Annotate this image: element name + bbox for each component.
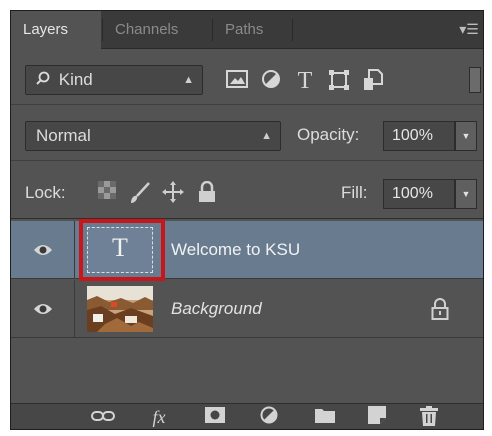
layers-bottom-toolbar: fx — [11, 403, 483, 429]
search-icon — [36, 66, 50, 94]
link-layers-icon[interactable] — [89, 406, 117, 428]
delete-layer-icon[interactable] — [415, 406, 443, 428]
lock-row: Lock: Fill: 100% ▼ — [11, 169, 483, 219]
type-layer-filter-icon[interactable]: T — [293, 69, 317, 93]
filter-kind-select[interactable]: Kind ▲ — [25, 65, 203, 95]
layer-style-icon[interactable]: fx — [145, 406, 173, 428]
panel-menu-icon[interactable]: ▾☰ — [459, 21, 479, 39]
visibility-cell[interactable] — [11, 280, 75, 338]
fill-label: Fill: — [341, 183, 368, 202]
shape-layer-filter-icon[interactable] — [327, 69, 351, 93]
layer-name[interactable]: Welcome to KSU — [171, 221, 300, 279]
pixel-layer-filter-icon[interactable] — [225, 69, 249, 93]
lock-position-icon[interactable] — [161, 181, 185, 205]
layers-panel: Layers Channels Paths ▾☰ Kind ▲ T Normal… — [10, 10, 484, 430]
filter-row: Kind ▲ T — [11, 55, 483, 105]
opacity-field[interactable]: 100% — [383, 121, 455, 151]
blend-mode-select[interactable]: Normal ▲ — [25, 121, 281, 151]
tab-channels[interactable]: Channels — [103, 11, 211, 49]
adjustment-layer-filter-icon[interactable] — [259, 69, 283, 93]
lock-label: Lock: — [25, 183, 66, 202]
adjustment-layer-icon[interactable] — [255, 406, 283, 428]
eye-icon[interactable] — [33, 301, 53, 317]
smart-object-filter-icon[interactable] — [361, 69, 385, 93]
new-group-icon[interactable] — [311, 406, 339, 428]
layers-list: T Welcome to KSU Background — [11, 219, 483, 391]
filter-kind-label: Kind — [58, 70, 93, 89]
tab-divider — [292, 19, 293, 41]
panel-tab-bar: Layers Channels Paths ▾☰ — [11, 11, 483, 50]
fill-field[interactable]: 100% — [383, 179, 455, 209]
background-image-thumbnail[interactable] — [87, 286, 153, 332]
new-layer-icon[interactable] — [363, 406, 391, 428]
layer-name[interactable]: Background — [171, 280, 262, 338]
lock-image-pixels-icon[interactable] — [127, 181, 151, 205]
updown-arrows-icon: ▲ — [183, 74, 194, 86]
filter-toggle-switch[interactable] — [469, 67, 481, 93]
opacity-dropdown-button[interactable]: ▼ — [455, 121, 477, 151]
thumbnail-highlight-box — [79, 219, 165, 281]
layer-row-background[interactable]: Background — [11, 280, 483, 338]
eye-icon[interactable] — [33, 242, 53, 258]
lock-transparent-pixels-icon[interactable] — [95, 181, 119, 205]
tab-paths[interactable]: Paths — [213, 11, 291, 49]
blend-row: Normal ▲ Opacity: 100% ▼ — [11, 113, 483, 161]
visibility-cell[interactable] — [11, 221, 75, 279]
add-mask-icon[interactable] — [201, 406, 229, 428]
layer-row-welcome[interactable]: T Welcome to KSU — [11, 219, 483, 281]
fill-dropdown-button[interactable]: ▼ — [455, 179, 477, 209]
blend-mode-value: Normal — [36, 126, 91, 145]
layer-locked-icon — [431, 298, 449, 320]
opacity-label: Opacity: — [297, 125, 360, 144]
lock-all-icon[interactable] — [195, 180, 219, 205]
tab-layers[interactable]: Layers — [11, 11, 101, 50]
updown-arrows-icon: ▲ — [261, 130, 272, 142]
